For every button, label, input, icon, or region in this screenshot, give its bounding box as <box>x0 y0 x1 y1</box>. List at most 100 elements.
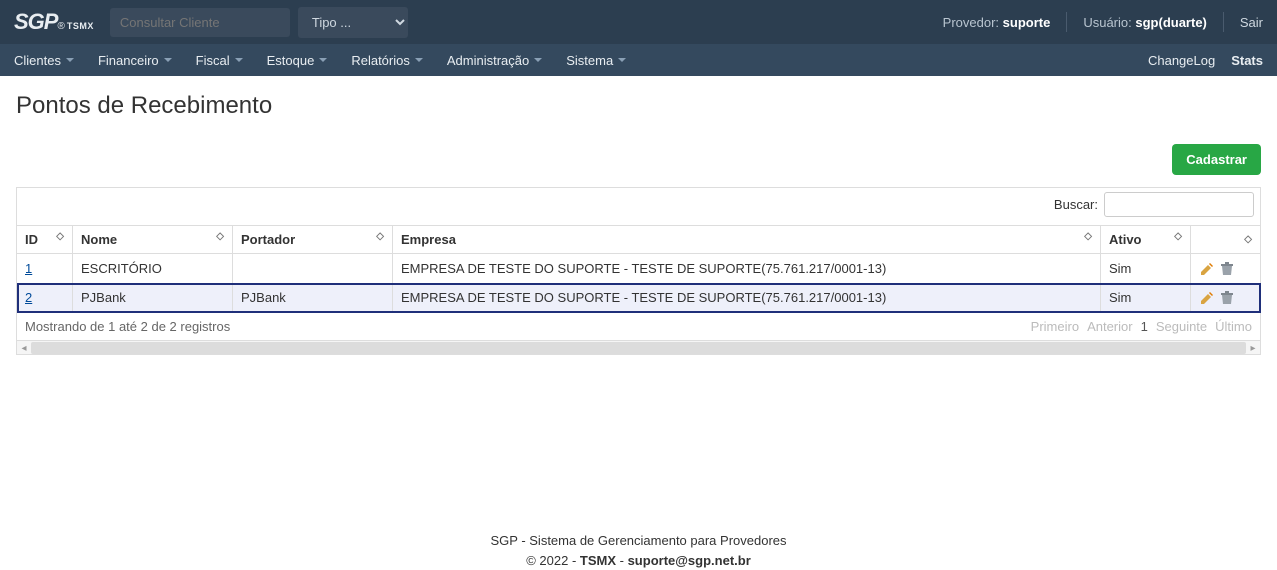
footer-tsmx: TSMX <box>580 553 616 568</box>
scroll-left-icon[interactable]: ◂ <box>17 341 31 355</box>
page-footer: SGP - Sistema de Gerenciamento para Prov… <box>0 531 1277 570</box>
chevron-down-icon <box>66 58 74 62</box>
menu-label: Estoque <box>267 53 315 68</box>
pager-seguinte[interactable]: Seguinte <box>1156 319 1207 334</box>
col-id-label: ID <box>25 232 38 247</box>
pager-anterior[interactable]: Anterior <box>1087 319 1133 334</box>
sort-icon: ◇ <box>1084 232 1092 242</box>
menubar: Clientes Financeiro Fiscal Estoque Relat… <box>0 44 1277 76</box>
provedor-label: Provedor: <box>943 15 999 30</box>
menu-relatorios[interactable]: Relatórios <box>351 53 423 68</box>
col-nome-header[interactable]: Nome ◇ <box>73 226 233 254</box>
menu-label: Clientes <box>14 53 61 68</box>
app-logo[interactable]: SGP® TSMX <box>14 9 94 35</box>
col-portador-header[interactable]: Portador ◇ <box>233 226 393 254</box>
menu-fiscal[interactable]: Fiscal <box>196 53 243 68</box>
table-row[interactable]: 2PJBankPJBankEMPRESA DE TESTE DO SUPORTE… <box>17 283 1261 313</box>
usuario-block: Usuário: sgp(duarte) <box>1083 15 1207 30</box>
cadastrar-button[interactable]: Cadastrar <box>1172 144 1261 175</box>
menu-changelog[interactable]: ChangeLog <box>1148 53 1215 68</box>
provedor-block: Provedor: suporte <box>943 15 1051 30</box>
pager: Primeiro Anterior 1 Seguinte Último <box>1031 319 1252 334</box>
sort-icon: ◇ <box>1244 235 1252 245</box>
tipo-select[interactable]: Tipo ... <box>298 7 408 38</box>
search-row: Buscar: <box>16 187 1261 225</box>
chevron-down-icon <box>534 58 542 62</box>
edit-icon[interactable] <box>1199 290 1215 306</box>
delete-icon[interactable] <box>1219 261 1235 277</box>
pontos-table: ID ◇ Nome ◇ Portador ◇ Empresa ◇ Ativo◇ ◇ 1 E… <box>16 225 1261 313</box>
menu-financeiro[interactable]: Financeiro <box>98 53 172 68</box>
search-label: Buscar: <box>1054 197 1098 212</box>
table-footer: Mostrando de 1 até 2 de 2 registros Prim… <box>16 313 1261 341</box>
sort-icon: ◇ <box>56 232 64 242</box>
delete-icon[interactable] <box>1219 290 1235 306</box>
row-ativo: Sim <box>1101 283 1191 313</box>
menu-clientes[interactable]: Clientes <box>14 53 74 68</box>
edit-icon[interactable] <box>1199 261 1215 277</box>
col-ativo-header[interactable]: Ativo◇ <box>1101 226 1191 254</box>
horizontal-scrollbar[interactable]: ◂ ▸ <box>16 341 1261 355</box>
footer-email: suporte@sgp.net.br <box>628 553 751 568</box>
row-nome: ESCRITÓRIO <box>73 254 233 284</box>
row-id-link[interactable]: 1 <box>25 261 32 276</box>
menu-label: Fiscal <box>196 53 230 68</box>
menu-sistema[interactable]: Sistema <box>566 53 626 68</box>
pager-primeiro[interactable]: Primeiro <box>1031 319 1079 334</box>
usuario-value: sgp(duarte) <box>1135 15 1207 30</box>
row-ativo: Sim <box>1101 254 1191 284</box>
logout-link[interactable]: Sair <box>1240 15 1263 30</box>
menu-label: Sistema <box>566 53 613 68</box>
logo-sub: TSMX <box>67 21 94 31</box>
table-info: Mostrando de 1 até 2 de 2 registros <box>25 319 230 334</box>
topbar-right: Provedor: suporte Usuário: sgp(duarte) S… <box>943 12 1263 32</box>
footer-line2: © 2022 - TSMX - suporte@sgp.net.br <box>0 551 1277 570</box>
chevron-down-icon <box>319 58 327 62</box>
table-body: 1 ESCRITÓRIO EMPRESA DE TESTE DO SUPORTE -… <box>17 254 1261 313</box>
col-empresa-header[interactable]: Empresa ◇ <box>393 226 1101 254</box>
col-empresa-label: Empresa <box>401 232 456 247</box>
col-portador-label: Portador <box>241 232 295 247</box>
table-row[interactable]: 1 ESCRITÓRIO EMPRESA DE TESTE DO SUPORTE -… <box>17 254 1261 284</box>
menu-stats[interactable]: Stats <box>1231 53 1263 68</box>
menu-administracao[interactable]: Administração <box>447 53 542 68</box>
chevron-down-icon <box>235 58 243 62</box>
row-portador <box>233 254 393 284</box>
pager-ultimo[interactable]: Último <box>1215 319 1252 334</box>
menu-estoque[interactable]: Estoque <box>267 53 328 68</box>
consultar-cliente-input[interactable] <box>110 8 290 37</box>
usuario-label: Usuário: <box>1083 15 1131 30</box>
col-id-header[interactable]: ID ◇ <box>17 226 73 254</box>
chevron-down-icon <box>618 58 626 62</box>
scroll-thumb[interactable] <box>31 342 1246 354</box>
registered-icon: ® <box>57 21 64 32</box>
col-ativo-label: Ativo <box>1109 232 1142 247</box>
page-title: Pontos de Recebimento <box>16 92 1261 120</box>
sort-icon: ◇ <box>216 232 224 242</box>
footer-copyright: © 2022 - <box>526 553 580 568</box>
sort-icon: ◇ <box>376 232 384 242</box>
row-portador: PJBank <box>233 283 393 313</box>
chevron-down-icon <box>164 58 172 62</box>
row-nome: PJBank <box>73 283 233 313</box>
footer-sep: - <box>616 553 628 568</box>
header-row: ID ◇ Nome ◇ Portador ◇ Empresa ◇ Ativo◇ ◇ <box>17 226 1261 254</box>
scroll-right-icon[interactable]: ▸ <box>1246 341 1260 355</box>
row-id-link[interactable]: 2 <box>25 290 32 305</box>
logo-main: SGP <box>14 9 57 35</box>
col-actions-header: ◇ <box>1191 226 1261 254</box>
topbar: SGP® TSMX Tipo ... Provedor: suporte Usu… <box>0 0 1277 44</box>
separator <box>1066 12 1067 32</box>
separator <box>1223 12 1224 32</box>
row-empresa: EMPRESA DE TESTE DO SUPORTE - TESTE DE S… <box>393 254 1101 284</box>
col-nome-label: Nome <box>81 232 117 247</box>
pager-current: 1 <box>1141 319 1148 334</box>
menubar-right: ChangeLog Stats <box>1148 53 1263 68</box>
footer-line1: SGP - Sistema de Gerenciamento para Prov… <box>0 531 1277 551</box>
chevron-down-icon <box>415 58 423 62</box>
row-empresa: EMPRESA DE TESTE DO SUPORTE - TESTE DE S… <box>393 283 1101 313</box>
menu-label: Financeiro <box>98 53 159 68</box>
page-content: Pontos de Recebimento Cadastrar Buscar: … <box>0 76 1277 371</box>
menu-label: Administração <box>447 53 529 68</box>
search-input[interactable] <box>1104 192 1254 217</box>
